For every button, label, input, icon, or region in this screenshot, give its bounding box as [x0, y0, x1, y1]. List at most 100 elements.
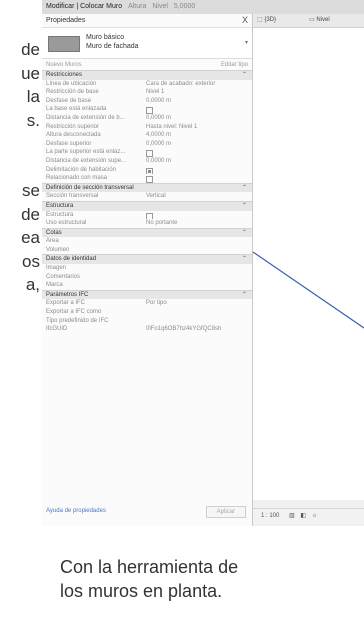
property-checkbox[interactable] [146, 107, 153, 114]
chevron-down-icon[interactable]: ▾ [245, 39, 248, 46]
property-row: Marca [42, 281, 252, 290]
property-name: Marca [46, 282, 63, 289]
context-label: Modificar | Colocar Muro [46, 3, 123, 10]
height-dropdown[interactable]: Altura [128, 0, 146, 14]
property-value[interactable]: 0,0000 m [146, 140, 246, 149]
property-value[interactable]: No portante [146, 219, 246, 228]
category-label: Restricciones [46, 72, 83, 78]
property-name: Restricción de base [46, 89, 99, 96]
property-category[interactable]: Cotas ⌃ [42, 227, 252, 238]
tab-level[interactable]: ▭ Nivel [309, 14, 330, 27]
height-value-field[interactable]: 5,0000 [174, 0, 195, 14]
property-checkbox[interactable] [146, 176, 153, 183]
type-family-label: Muro básico [86, 34, 125, 41]
property-name: Desfase de base [46, 97, 92, 104]
property-value[interactable]: Hasta nivel: Nivel 1 [146, 123, 246, 132]
collapse-arrow-icon[interactable]: ⌃ [242, 184, 247, 193]
property-row: Distancia de extensión supe... 0,0000 m [42, 157, 252, 166]
book-caption: Con la herramienta de los muros en plant… [60, 555, 364, 603]
property-row: Sección transversal Vertical [42, 192, 252, 201]
property-name: Distancia de extensión de b... [46, 114, 125, 121]
side-text-line: s. [26, 110, 40, 130]
category-label: Cotas [46, 229, 62, 236]
close-icon[interactable]: X [242, 14, 248, 27]
filter-label: Nuevo Muros [46, 62, 82, 68]
tab-3d-label: {3D} [264, 17, 277, 23]
property-name: Área [46, 238, 59, 245]
property-category[interactable]: Parámetros IFC ⌃ [42, 289, 252, 300]
property-value[interactable]: Vertical [146, 192, 246, 201]
level-dropdown[interactable]: Nivel [152, 0, 168, 14]
property-category[interactable]: Datos de identidad ⌃ [42, 254, 252, 265]
property-name: Uso estructural [46, 220, 87, 227]
book-side-text: de ue la s. se de ea os a, [0, 38, 40, 297]
property-value[interactable]: Por tipo [146, 299, 246, 308]
property-name: La base está enlazada [46, 106, 107, 113]
property-value[interactable]: 0lFo1q6OB7hz4kYGfQC8sh [146, 325, 246, 334]
property-value[interactable]: 4,0000 m [146, 131, 246, 140]
property-name: La parte superior está enlaz... [46, 149, 126, 156]
category-label: Datos de identidad [46, 256, 97, 263]
property-name: Exportar a IFC como [46, 309, 102, 316]
drawing-canvas[interactable] [253, 28, 364, 500]
revit-screenshot: Modificar | Colocar Muro Altura Nivel 5,… [42, 0, 364, 526]
side-text-line: os [22, 251, 40, 271]
cube-icon: ⬚ [257, 17, 263, 23]
type-name-label: Muro de fachada [86, 43, 139, 50]
property-row: Estructura [42, 211, 252, 220]
property-row: Uso estructural No portante [42, 219, 252, 228]
side-text-line: de [21, 40, 40, 59]
property-row: Desfase superior 0,0000 m [42, 140, 252, 149]
type-selector[interactable]: Muro básico Muro de fachada ▾ [42, 28, 252, 59]
property-value[interactable]: Nivel 1 [146, 88, 246, 97]
property-name: Altura desconectada [46, 132, 101, 139]
side-text-line: la [26, 87, 40, 106]
property-category[interactable]: Definición de sección transversal ⌃ [42, 182, 252, 193]
sun-path-icon[interactable]: ☼ [312, 513, 318, 519]
property-name: Restricción superior [46, 123, 100, 130]
visual-style-icon[interactable]: ◧ [300, 513, 306, 519]
detail-level-icon[interactable]: ▥ [289, 513, 295, 519]
property-row: Imagen [42, 264, 252, 273]
property-category[interactable]: Estructura ⌃ [42, 200, 252, 211]
property-checkbox[interactable] [146, 150, 153, 157]
caption-line-2: los muros en planta. [60, 581, 223, 601]
palette-header: Propiedades X [42, 14, 252, 28]
floor-plan-icon: ▭ [309, 17, 315, 23]
property-row: Restricción de base Nivel 1 [42, 88, 252, 97]
property-row: La base está enlazada [42, 105, 252, 114]
property-value[interactable]: Cara de acabado: exterior [146, 80, 246, 89]
options-bar: Modificar | Colocar Muro Altura Nivel 5,… [42, 0, 364, 15]
property-row: Distancia de extensión de b... 0,0000 m [42, 114, 252, 123]
property-row: Restricción superior Hasta nivel: Nivel 1 [42, 123, 252, 132]
apply-button[interactable]: Aplicar [205, 506, 246, 518]
property-value[interactable]: 0,0000 m [146, 114, 246, 123]
property-value[interactable]: 0,0000 m [146, 97, 246, 106]
view-scale[interactable]: 1 : 100 [261, 513, 279, 519]
collapse-arrow-icon[interactable]: ⌃ [242, 229, 247, 238]
properties-palette: Propiedades X Muro básico Muro de fachad… [42, 14, 253, 526]
property-name: Delimitación de habitación [46, 166, 117, 173]
property-row: Desfase de base 0,0000 m [42, 97, 252, 106]
properties-help-link[interactable]: Ayuda de propiedades [46, 504, 106, 518]
tab-3d[interactable]: ⬚ {3D} [257, 14, 276, 27]
property-name: IfcGUID [46, 326, 68, 333]
property-row: Línea de ubicación Cara de acabado: exter… [42, 80, 252, 89]
property-category[interactable]: Restricciones ⌃ [42, 70, 252, 80]
property-value[interactable]: 0,0000 m [146, 157, 246, 166]
palette-footer: Ayuda de propiedades Aplicar [42, 504, 252, 518]
property-name: Sección transversal [46, 193, 99, 200]
collapse-arrow-icon[interactable]: ⌃ [242, 255, 247, 264]
property-name: Imagen [46, 265, 67, 272]
collapse-arrow-icon[interactable]: ⌃ [242, 291, 247, 300]
property-row: Relacionado con masa [42, 174, 252, 183]
palette-title: Propiedades [46, 17, 86, 24]
collapse-arrow-icon[interactable]: ⌃ [242, 202, 247, 211]
side-text-line: ue [21, 63, 40, 83]
property-checkbox[interactable] [146, 212, 153, 220]
property-name: Desfase superior [46, 140, 92, 147]
collapse-arrow-icon[interactable]: ⌃ [242, 71, 247, 80]
property-name: Exportar a IFC [46, 300, 86, 307]
property-checkbox[interactable] [146, 167, 153, 175]
property-row: La parte superior está enlaz... [42, 148, 252, 157]
